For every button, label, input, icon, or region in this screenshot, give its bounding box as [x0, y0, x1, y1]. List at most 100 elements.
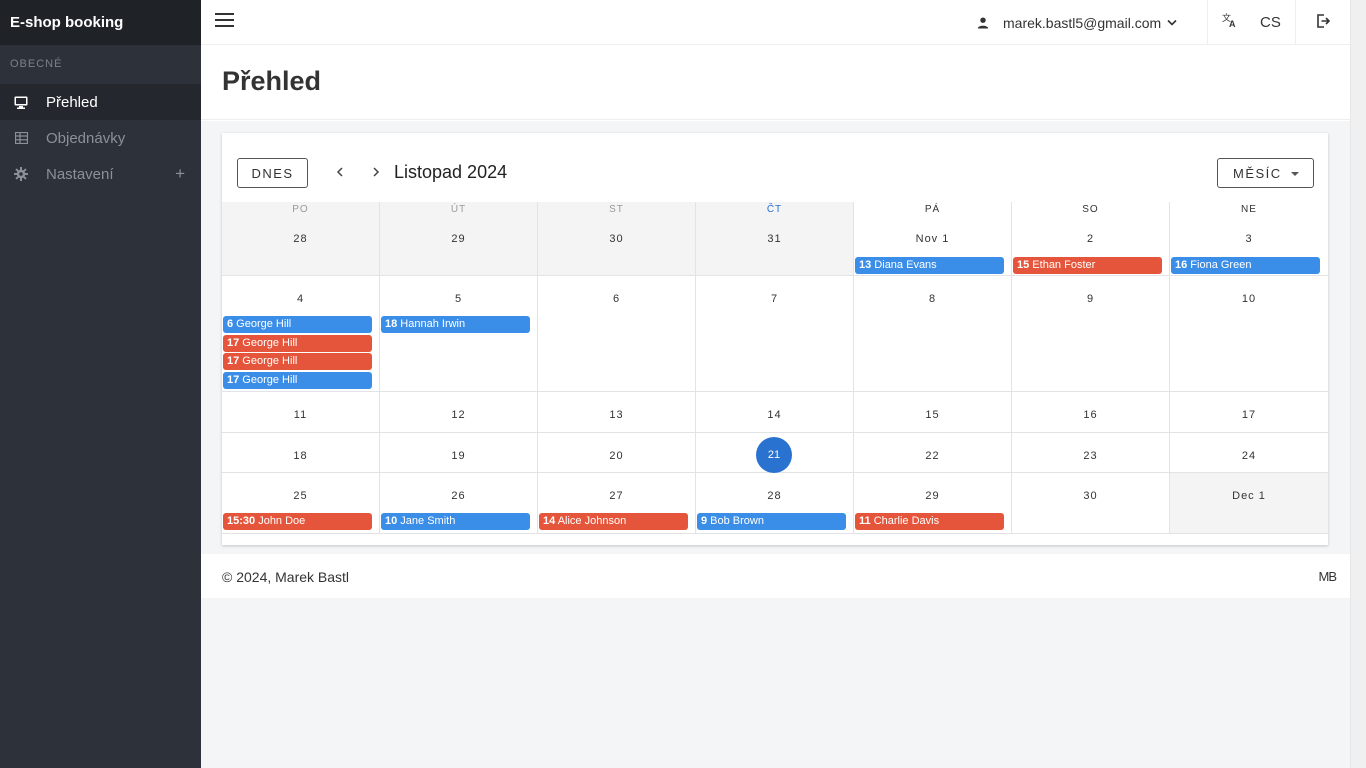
day-cell[interactable]: Dec 1: [1170, 473, 1328, 534]
svg-text:A: A: [1229, 19, 1236, 28]
expand-plus-icon[interactable]: +: [175, 164, 185, 184]
event-name: George Hill: [239, 355, 298, 367]
today-date-marker[interactable]: 21: [756, 437, 792, 473]
day-cell[interactable]: 13: [538, 392, 696, 433]
day-number[interactable]: 24: [1170, 450, 1328, 462]
event-chip[interactable]: 9 Bob Brown: [697, 513, 846, 530]
day-number[interactable]: 8: [854, 293, 1011, 305]
event-chip[interactable]: 15 Ethan Foster: [1013, 257, 1162, 274]
brand-title[interactable]: E-shop booking: [0, 0, 201, 45]
event-time: 10: [385, 515, 398, 527]
day-cell[interactable]: 7: [696, 276, 854, 392]
day-number[interactable]: 6: [538, 293, 695, 305]
day-cell[interactable]: 18: [222, 433, 380, 473]
today-button[interactable]: DNES: [237, 158, 308, 188]
hamburger-menu-icon[interactable]: [215, 13, 234, 31]
day-number[interactable]: 18: [222, 450, 379, 462]
day-number[interactable]: 30: [1012, 490, 1169, 502]
event-chip[interactable]: 11 Charlie Davis: [855, 513, 1004, 530]
day-cell[interactable]: 23: [1012, 433, 1170, 473]
day-number[interactable]: 5: [380, 293, 537, 305]
user-icon: [977, 17, 989, 29]
day-number[interactable]: 31: [696, 233, 853, 245]
prev-month-icon[interactable]: [332, 164, 348, 180]
day-cell[interactable]: 6: [538, 276, 696, 392]
day-number[interactable]: 28: [696, 490, 853, 502]
user-menu[interactable]: marek.bastl5@gmail.com: [977, 0, 1177, 45]
day-number[interactable]: 17: [1170, 409, 1328, 421]
calendar-grid: PO 28 ÚT 29 ST 30 ČT 31 PÁ Nov 1 SO 2 NE 3 4 5 6 7 8 9 10 11 1…: [222, 202, 1328, 534]
day-number[interactable]: 15: [854, 409, 1011, 421]
day-cell[interactable]: ST 30: [538, 202, 696, 276]
day-cell[interactable]: 24: [1170, 433, 1328, 473]
day-number[interactable]: 13: [538, 409, 695, 421]
translate-icon[interactable]: 文A: [1222, 12, 1238, 29]
day-cell[interactable]: 12: [380, 392, 538, 433]
event-chip[interactable]: 18 Hannah Irwin: [381, 316, 530, 333]
event-chip[interactable]: 13 Diana Evans: [855, 257, 1004, 274]
user-email: marek.bastl5@gmail.com: [1003, 14, 1162, 31]
day-cell[interactable]: 10: [1170, 276, 1328, 392]
event-name: George Hill: [239, 336, 298, 349]
day-number[interactable]: 30: [538, 233, 695, 245]
sidebar-item-prehled[interactable]: Přehled: [0, 84, 201, 120]
day-number[interactable]: 25: [222, 490, 379, 502]
day-cell[interactable]: 16: [1012, 392, 1170, 433]
day-cell[interactable]: 11: [222, 392, 380, 433]
day-number[interactable]: 3: [1170, 233, 1328, 245]
divider: [1295, 0, 1296, 45]
day-cell[interactable]: 5: [380, 276, 538, 392]
day-cell[interactable]: PO 28: [222, 202, 380, 276]
day-number[interactable]: 26: [380, 490, 537, 502]
view-select-button[interactable]: MĚSÍC: [1217, 158, 1314, 188]
day-number[interactable]: 20: [538, 450, 695, 462]
next-month-icon[interactable]: [368, 164, 384, 180]
day-number[interactable]: 2: [1012, 233, 1169, 245]
day-number[interactable]: 29: [380, 233, 537, 245]
weekday-header: ÚT: [450, 204, 467, 215]
month-title: Listopad 2024: [394, 162, 508, 182]
event-chip[interactable]: 17 George Hill: [223, 371, 372, 389]
event-chip[interactable]: 6 George Hill: [223, 316, 372, 333]
sidebar-item-objednavky[interactable]: Objednávky: [0, 120, 201, 156]
day-number[interactable]: Dec 1: [1170, 490, 1328, 502]
day-cell[interactable]: 15: [854, 392, 1012, 433]
day-number[interactable]: 4: [222, 293, 379, 305]
day-cell[interactable]: 17: [1170, 392, 1328, 433]
day-number[interactable]: 11: [222, 409, 379, 421]
day-number[interactable]: 23: [1012, 450, 1169, 462]
day-number[interactable]: Nov 1: [854, 233, 1011, 245]
day-number[interactable]: 16: [1012, 409, 1169, 421]
event-chip[interactable]: 17 George Hill: [223, 353, 372, 370]
day-number[interactable]: 10: [1170, 293, 1328, 305]
day-number[interactable]: 28: [222, 233, 379, 245]
day-cell[interactable]: 22: [854, 433, 1012, 473]
event-chip[interactable]: 14 Alice Johnson: [539, 513, 688, 530]
event-chip[interactable]: 16 Fiona Green: [1171, 257, 1320, 274]
day-cell[interactable]: 20: [538, 433, 696, 473]
day-number[interactable]: 9: [1012, 293, 1169, 305]
copyright-text: © 2024, Marek Bastl: [222, 569, 350, 585]
language-selector[interactable]: CS: [1260, 14, 1281, 31]
day-cell[interactable]: ÚT 29: [380, 202, 538, 276]
event-chip[interactable]: 15:30 John Doe: [223, 513, 372, 530]
sidebar-item-nastaveni[interactable]: Nastavení +: [0, 156, 201, 192]
page-scrollbar[interactable]: [1350, 0, 1366, 768]
day-number[interactable]: 27: [538, 490, 695, 502]
day-number[interactable]: 14: [696, 409, 853, 421]
day-cell[interactable]: 8: [854, 276, 1012, 392]
day-cell[interactable]: 30: [1012, 473, 1170, 534]
logout-icon[interactable]: [1316, 14, 1331, 28]
day-cell[interactable]: ČT 31: [696, 202, 854, 276]
event-chip[interactable]: 17 George Hill: [223, 334, 372, 352]
day-number[interactable]: 12: [380, 409, 537, 421]
day-cell[interactable]: 21: [696, 433, 854, 473]
event-chip[interactable]: 10 Jane Smith: [381, 513, 530, 530]
day-cell[interactable]: 14: [696, 392, 854, 433]
day-number[interactable]: 19: [380, 450, 537, 462]
day-cell[interactable]: 19: [380, 433, 538, 473]
day-cell[interactable]: 9: [1012, 276, 1170, 392]
day-number[interactable]: 7: [696, 293, 853, 305]
day-number[interactable]: 29: [854, 490, 1011, 502]
day-number[interactable]: 22: [854, 450, 1011, 462]
